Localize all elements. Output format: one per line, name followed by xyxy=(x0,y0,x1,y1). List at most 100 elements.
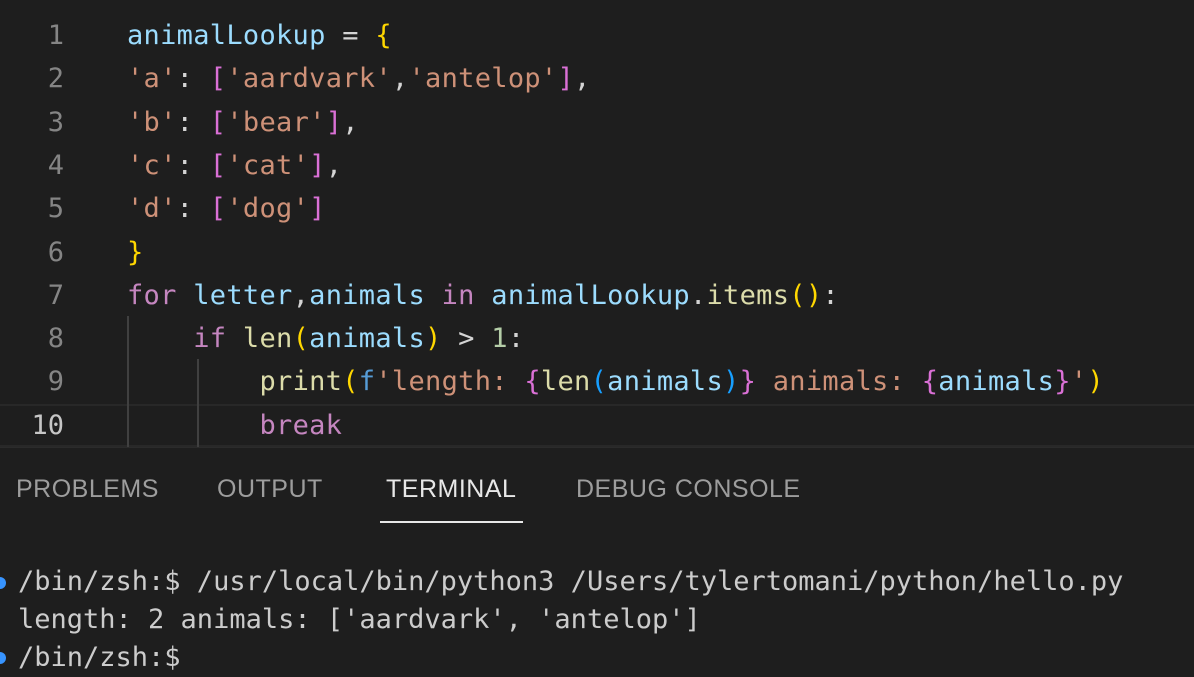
code-token: if xyxy=(193,323,243,355)
line-number: 8 xyxy=(47,323,64,355)
terminal-prompt[interactable]: /bin/zsh:$ xyxy=(18,639,197,677)
code-token: { xyxy=(524,366,541,398)
code-token: 'c' xyxy=(127,149,177,181)
code-token: ) xyxy=(723,366,740,398)
code-token: animalLookup xyxy=(127,20,326,51)
code-token: ] xyxy=(309,149,326,181)
code-token: animalLookup xyxy=(491,279,690,311)
command-decoration-icon xyxy=(0,652,6,664)
code-line[interactable]: 4 'c': ['cat'], xyxy=(0,144,1194,187)
line-number: 2 xyxy=(47,63,64,95)
code-text: if len(animals) > 1: xyxy=(127,317,524,360)
code-token: [ xyxy=(209,149,227,181)
code-text: break xyxy=(127,404,342,447)
command-decoration-icon xyxy=(0,577,6,589)
code-token: : xyxy=(176,63,210,95)
code-token: ) xyxy=(425,323,442,355)
code-token: } xyxy=(127,236,144,268)
code-token: items xyxy=(706,279,790,311)
line-number: 7 xyxy=(47,279,64,311)
code-text: 'c': ['cat'], xyxy=(127,144,342,187)
line-number: 1 xyxy=(47,20,64,51)
code-token: , xyxy=(574,63,591,95)
code-token: } xyxy=(739,366,757,398)
code-token: 'bear' xyxy=(226,106,326,138)
active-tab-indicator xyxy=(380,521,523,523)
code-token: ( xyxy=(342,366,359,398)
code-token: } xyxy=(1054,366,1071,398)
code-token: [ xyxy=(209,106,227,138)
terminal-line: length: 2 animals: ['aardvark', 'antelop… xyxy=(18,604,701,635)
code-text: 'd': ['dog'] xyxy=(127,187,326,230)
code-token: ( xyxy=(292,323,310,355)
code-text: 'a': ['aardvark','antelop'], xyxy=(127,57,591,100)
indent-guide xyxy=(197,359,199,447)
code-token: : xyxy=(176,106,210,138)
code-token: ) xyxy=(1087,366,1104,398)
code-token: ] xyxy=(325,106,343,138)
code-token: () xyxy=(789,279,823,311)
code-token: print xyxy=(259,366,343,398)
code-line[interactable]: 9 print(f'length: {len(animals)} animals… xyxy=(0,360,1194,403)
code-token: 'aardvark' xyxy=(226,63,392,95)
code-token: 'd' xyxy=(127,193,177,225)
code-token: len xyxy=(242,323,293,355)
code-token: [ xyxy=(209,63,227,95)
code-line[interactable]: 10 break xyxy=(0,403,1194,447)
code-token: animals xyxy=(309,279,426,311)
code-line[interactable]: 3 'b': ['bear'], xyxy=(0,101,1194,144)
code-token: 'b' xyxy=(127,106,177,138)
code-token: animals xyxy=(309,323,426,355)
code-token: = xyxy=(325,20,376,51)
code-token: ] xyxy=(557,63,575,95)
line-number: 9 xyxy=(47,366,64,398)
line-number: 4 xyxy=(47,149,64,181)
code-token: , xyxy=(325,149,343,181)
tab-terminal[interactable]: TERMINAL xyxy=(386,475,516,504)
code-token: , xyxy=(292,279,310,311)
code-token: : xyxy=(176,193,210,225)
indent-guide xyxy=(127,316,129,447)
code-text: for letter,animals in animalLookup.items… xyxy=(127,274,839,317)
panel-tabs: PROBLEMS OUTPUT TERMINAL DEBUG CONSOLE xyxy=(0,448,1194,528)
code-line[interactable]: 7 for letter,animals in animalLookup.item… xyxy=(0,274,1194,317)
tab-problems[interactable]: PROBLEMS xyxy=(16,475,159,504)
code-text: print(f'length: {len(animals)} animals: … xyxy=(127,360,1104,403)
code-token: { xyxy=(921,366,939,398)
bottom-panel: PROBLEMS OUTPUT TERMINAL DEBUG CONSOLE /… xyxy=(0,447,1194,677)
code-token: 'dog' xyxy=(226,193,310,225)
tab-debug-console[interactable]: DEBUG CONSOLE xyxy=(576,475,801,504)
code-token: 'antelop' xyxy=(408,63,558,95)
code-token: : xyxy=(822,279,839,311)
code-text: 'b': ['bear'], xyxy=(127,101,359,144)
code-line[interactable]: 6} xyxy=(0,231,1194,274)
code-token: : xyxy=(507,323,525,355)
code-token: > xyxy=(441,323,492,355)
code-line[interactable]: 5 'd': ['dog'] xyxy=(0,187,1194,230)
code-editor[interactable]: 1 animalLookup = {2'a': ['aardvark','ante… xyxy=(0,0,1194,447)
tab-output[interactable]: OUTPUT xyxy=(217,475,323,504)
line-number: 5 xyxy=(47,193,64,225)
code-text: } xyxy=(127,231,144,274)
code-token: f xyxy=(358,366,376,398)
code-line[interactable]: 1 animalLookup = { xyxy=(0,14,1194,57)
code-token: ( xyxy=(590,366,608,398)
code-token: 'cat' xyxy=(226,149,310,181)
line-number: 6 xyxy=(47,236,64,268)
terminal-line: /bin/zsh:$ /usr/local/bin/python3 /Users… xyxy=(18,566,1124,597)
code-token: in xyxy=(425,279,492,311)
code-token: letter xyxy=(193,279,293,311)
code-line[interactable]: 8 if len(animals) > 1: xyxy=(0,317,1194,360)
code-token: ] xyxy=(309,193,326,225)
code-token: animals xyxy=(938,366,1055,398)
code-line[interactable]: 2'a': ['aardvark','antelop'], xyxy=(0,57,1194,100)
code-token: for xyxy=(127,279,194,311)
code-token: 1 xyxy=(491,323,508,355)
code-token: . xyxy=(689,279,707,311)
code-token: , xyxy=(342,106,359,138)
code-token: { xyxy=(375,20,392,51)
code-token: 'a' xyxy=(127,63,177,95)
